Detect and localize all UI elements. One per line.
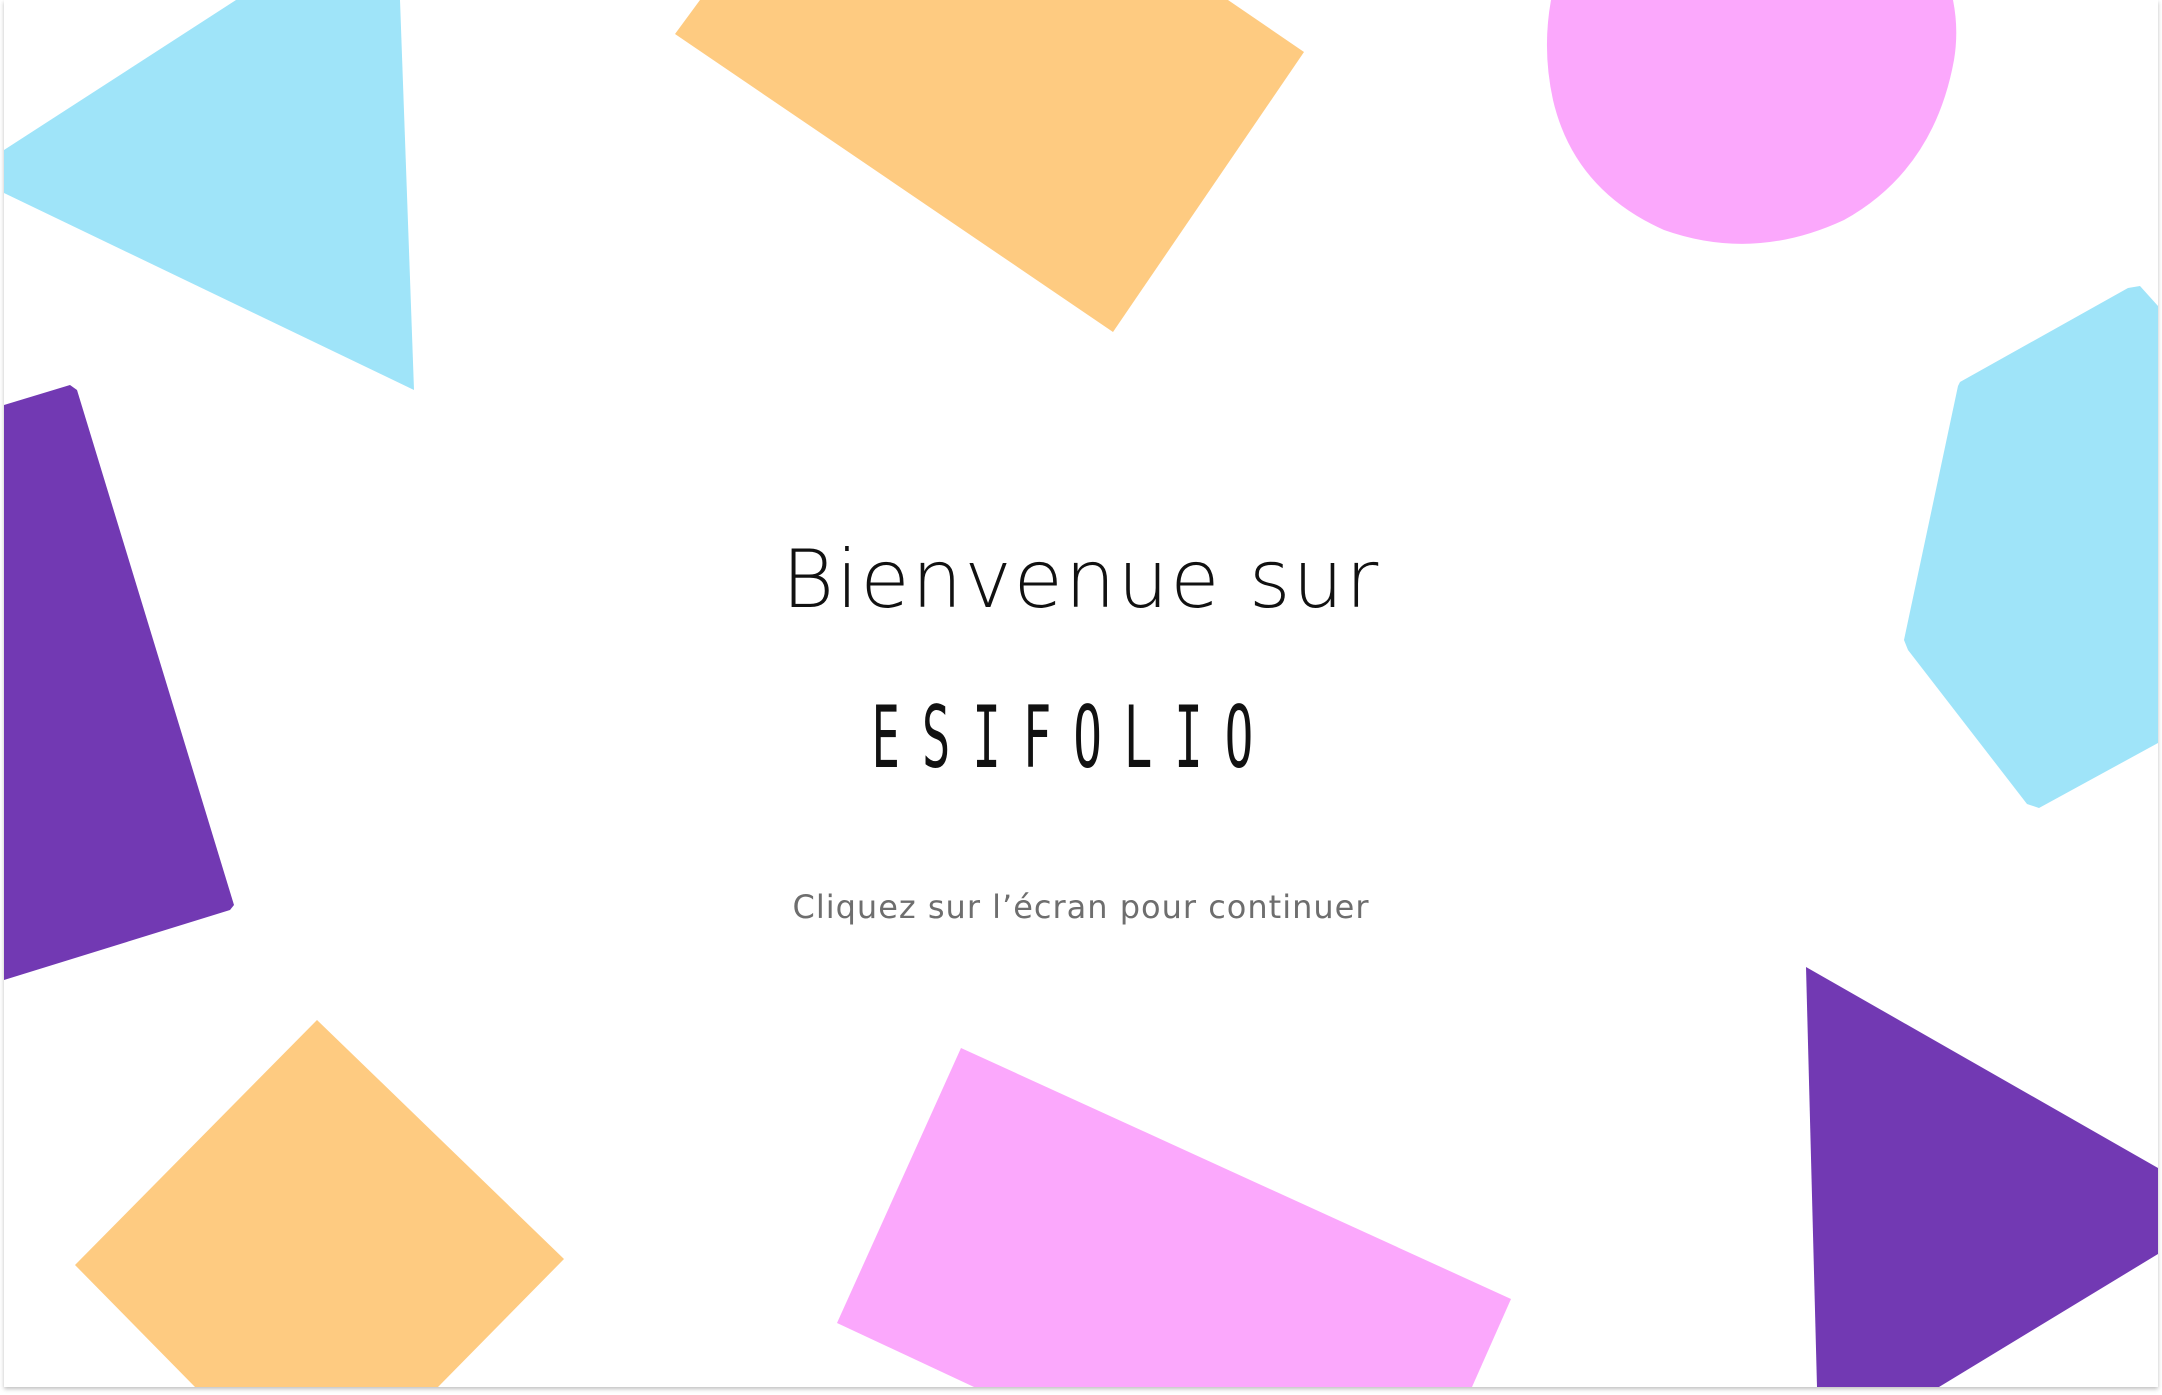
esifolio-logo: ESIFOLIO xyxy=(871,688,1276,788)
top-right-circle xyxy=(1546,0,1957,244)
welcome-screen[interactable]: Bienvenue sur ESIFOLIO Cliquez sur l’écr… xyxy=(4,0,2158,1387)
bottom-left-diamond xyxy=(75,1020,564,1387)
top-center-rectangle xyxy=(675,0,1304,332)
top-left-triangle xyxy=(4,0,414,390)
bottom-right-triangle xyxy=(1806,967,2158,1387)
welcome-heading: Bienvenue sur xyxy=(781,533,1381,626)
welcome-page: Bienvenue sur ESIFOLIO Cliquez sur l’écr… xyxy=(0,0,2162,1395)
bottom-center-rectangle xyxy=(837,1048,1511,1387)
continue-hint: Cliquez sur l’écran pour continuer xyxy=(792,888,1370,926)
